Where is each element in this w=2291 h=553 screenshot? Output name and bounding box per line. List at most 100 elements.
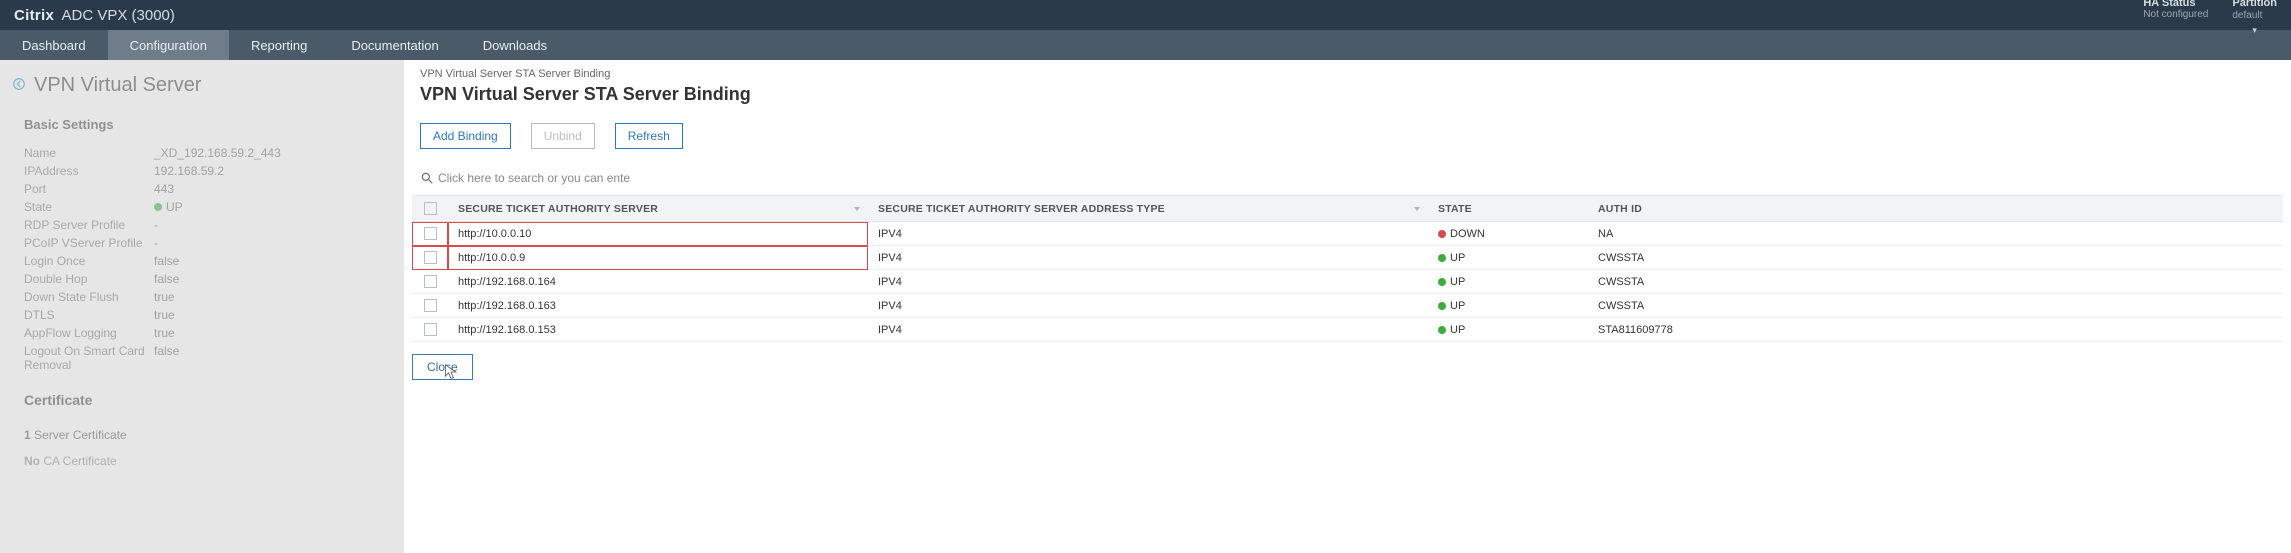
cell-server: http://192.168.0.163 — [448, 294, 868, 318]
kv-key: AppFlow Logging — [24, 326, 154, 340]
checkbox-icon[interactable] — [424, 251, 437, 264]
ha-status-value: Not configured — [2143, 9, 2208, 20]
kv-key: State — [24, 200, 154, 214]
kv-value: true — [154, 308, 175, 322]
kv-key: Logout On Smart Card Removal — [24, 344, 154, 372]
checkbox-icon[interactable] — [424, 275, 437, 288]
checkbox-icon[interactable] — [424, 299, 437, 312]
tab-documentation[interactable]: Documentation — [329, 30, 460, 60]
row-select-cell[interactable] — [412, 294, 448, 318]
panel-title: VPN Virtual Server STA Server Binding — [404, 82, 2291, 123]
kv-value: false — [154, 344, 179, 372]
kv-key: Login Once — [24, 254, 154, 268]
partition-selector[interactable]: Partition default ▾ — [2232, 0, 2277, 36]
tab-downloads[interactable]: Downloads — [461, 30, 569, 60]
cell-state: UP — [1428, 294, 1588, 318]
kv-row: Logout On Smart Card Removalfalse — [0, 342, 404, 374]
refresh-button[interactable]: Refresh — [615, 123, 683, 149]
close-button[interactable]: Close — [412, 354, 473, 380]
kv-value: true — [154, 290, 175, 304]
kv-key: IPAddress — [24, 164, 154, 178]
checkbox-icon[interactable] — [424, 202, 437, 215]
main-nav: Dashboard Configuration Reporting Docume… — [0, 30, 2291, 60]
cell-address-type: IPV4 — [868, 246, 1428, 270]
action-button-row: Add Binding Unbind Refresh — [404, 123, 2291, 167]
kv-row: Login Oncefalse — [0, 252, 404, 270]
row-select-cell[interactable] — [412, 222, 448, 246]
cell-auth-id: CWSSTA — [1588, 270, 2283, 294]
kv-key: PCoIP VServer Profile — [24, 236, 154, 250]
kv-row: AppFlow Loggingtrue — [0, 324, 404, 342]
kv-row: IPAddress192.168.59.2 — [0, 162, 404, 180]
tab-dashboard[interactable]: Dashboard — [0, 30, 108, 60]
search-icon — [416, 171, 438, 185]
table-row[interactable]: http://192.168.0.153IPV4UPSTA811609778 — [412, 318, 2283, 342]
kv-key: Down State Flush — [24, 290, 154, 304]
kv-row: Double Hopfalse — [0, 270, 404, 288]
product-brand: Citrix ADC VPX (3000) — [14, 7, 175, 24]
cell-address-type: IPV4 — [868, 222, 1428, 246]
page-title: VPN Virtual Server — [0, 60, 404, 107]
cell-server: http://10.0.0.10 — [448, 222, 868, 246]
server-certificate-link[interactable]: 1 Server Certificate — [0, 422, 404, 448]
kv-value: 443 — [154, 182, 174, 196]
brand-bold: Citrix — [14, 7, 54, 24]
certificate-heading: Certificate — [0, 378, 404, 422]
cell-server: http://192.168.0.164 — [448, 270, 868, 294]
cell-auth-id: STA811609778 — [1588, 318, 2283, 342]
ha-status-label: HA Status — [2143, 0, 2195, 9]
checkbox-icon[interactable] — [424, 227, 437, 240]
kv-value: true — [154, 326, 175, 340]
kv-row: PCoIP VServer Profile- — [0, 234, 404, 252]
cell-address-type: IPV4 — [868, 318, 1428, 342]
kv-value: UP — [154, 200, 183, 214]
brand-rest: ADC VPX (3000) — [58, 7, 175, 24]
search-input[interactable] — [438, 167, 718, 189]
col-state[interactable]: State — [1428, 196, 1588, 222]
col-auth-id[interactable]: Auth ID — [1588, 196, 2283, 222]
row-select-cell[interactable] — [412, 246, 448, 270]
cell-state: UP — [1428, 246, 1588, 270]
cell-address-type: IPV4 — [868, 294, 1428, 318]
chevron-down-icon: ▾ — [2252, 25, 2257, 36]
kv-value: - — [154, 236, 158, 250]
partition-label: Partition — [2232, 0, 2277, 9]
kv-key: Port — [24, 182, 154, 196]
kv-value: false — [154, 272, 179, 286]
table-row[interactable]: http://192.168.0.164IPV4UPCWSSTA — [412, 270, 2283, 294]
status-down-icon — [1438, 230, 1446, 238]
cell-server: http://192.168.0.153 — [448, 318, 868, 342]
kv-value: false — [154, 254, 179, 268]
row-select-cell[interactable] — [412, 270, 448, 294]
select-all-header[interactable] — [412, 196, 448, 222]
table-row[interactable]: http://10.0.0.9IPV4UPCWSSTA — [412, 246, 2283, 270]
kv-key: Name — [24, 146, 154, 160]
row-select-cell[interactable] — [412, 318, 448, 342]
tab-configuration[interactable]: Configuration — [108, 30, 229, 60]
cell-state: UP — [1428, 318, 1588, 342]
cell-server: http://10.0.0.9 — [448, 246, 868, 270]
back-icon[interactable] — [12, 74, 26, 97]
left-config-panel: VPN Virtual Server Basic Settings Name_X… — [0, 60, 404, 553]
ca-certificate-link[interactable]: No CA Certificate — [0, 448, 404, 474]
table-row[interactable]: http://192.168.0.163IPV4UPCWSSTA — [412, 294, 2283, 318]
kv-row: Port443 — [0, 180, 404, 198]
topbar-right: HA Status Not configured Partition defau… — [2143, 0, 2277, 36]
tab-reporting[interactable]: Reporting — [229, 30, 329, 60]
top-bar: Citrix ADC VPX (3000) HA Status Not conf… — [0, 0, 2291, 30]
kv-value: _XD_192.168.59.2_443 — [154, 146, 281, 160]
status-up-icon — [1438, 302, 1446, 310]
table-row[interactable]: http://10.0.0.10IPV4DOWNNA — [412, 222, 2283, 246]
kv-value: - — [154, 218, 158, 232]
kv-value: 192.168.59.2 — [154, 164, 224, 178]
kv-row: StateUP — [0, 198, 404, 216]
add-binding-button[interactable]: Add Binding — [420, 123, 511, 149]
search-row — [404, 167, 2291, 195]
cell-address-type: IPV4 — [868, 270, 1428, 294]
col-server[interactable]: Secure Ticket Authority Server — [448, 196, 868, 222]
close-row: Close — [404, 342, 2291, 392]
kv-row: Name_XD_192.168.59.2_443 — [0, 144, 404, 162]
breadcrumb: VPN Virtual Server STA Server Binding — [404, 60, 2291, 82]
col-address-type[interactable]: Secure Ticket Authority Server Address T… — [868, 196, 1428, 222]
checkbox-icon[interactable] — [424, 323, 437, 336]
